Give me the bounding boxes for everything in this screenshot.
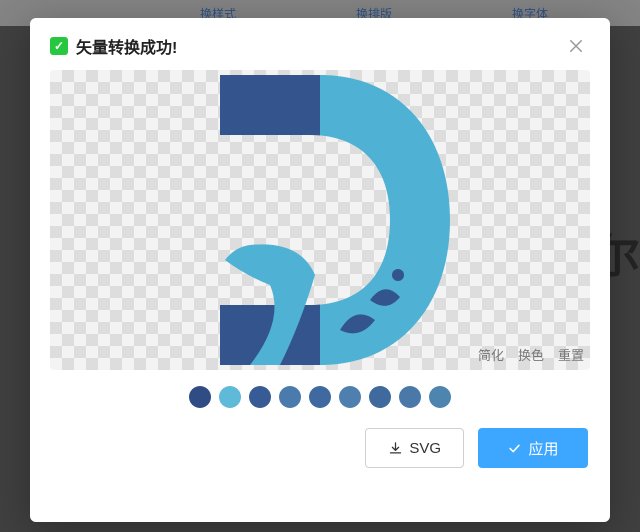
preview-tools: 简化 换色 重置 <box>478 345 584 364</box>
swatch-2[interactable] <box>249 386 271 408</box>
vector-logo <box>190 75 450 365</box>
tool-simplify[interactable]: 简化 <box>478 345 504 364</box>
modal-header: ✓ 矢量转换成功! <box>30 18 610 70</box>
swatch-7[interactable] <box>399 386 421 408</box>
download-icon <box>388 441 403 456</box>
swatch-6[interactable] <box>369 386 391 408</box>
apply-button[interactable]: 应用 <box>478 428 588 468</box>
swatch-4[interactable] <box>309 386 331 408</box>
modal-title-text: 矢量转换成功! <box>76 34 177 58</box>
swatch-0[interactable] <box>189 386 211 408</box>
modal-title: ✓ 矢量转换成功! <box>50 34 177 58</box>
color-swatches <box>30 370 610 416</box>
swatch-8[interactable] <box>429 386 451 408</box>
check-icon <box>507 441 522 456</box>
close-button[interactable] <box>562 32 590 60</box>
swatch-3[interactable] <box>279 386 301 408</box>
close-icon <box>567 37 585 55</box>
tool-recolor[interactable]: 换色 <box>518 345 544 364</box>
download-svg-label: SVG <box>409 440 441 457</box>
success-check-icon: ✓ <box>50 37 68 55</box>
download-svg-button[interactable]: SVG <box>365 428 464 468</box>
swatch-1[interactable] <box>219 386 241 408</box>
vector-result-modal: ✓ 矢量转换成功! 简化 换色 重置 <box>30 18 610 522</box>
apply-label: 应用 <box>528 438 558 459</box>
swatch-5[interactable] <box>339 386 361 408</box>
modal-footer: SVG 应用 <box>30 416 610 486</box>
tool-reset[interactable]: 重置 <box>558 345 584 364</box>
preview-canvas: 简化 换色 重置 <box>50 70 590 370</box>
